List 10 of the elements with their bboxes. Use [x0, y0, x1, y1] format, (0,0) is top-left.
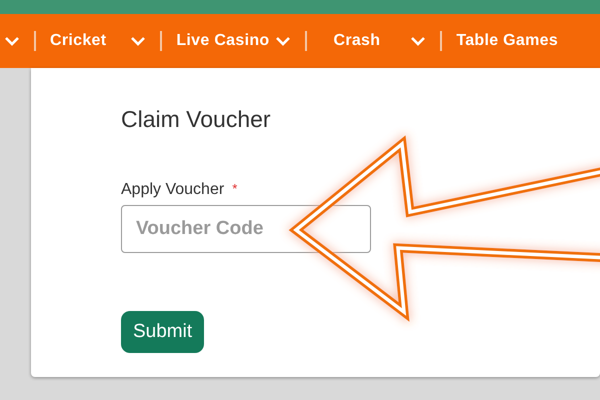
submit-button[interactable]: Submit	[121, 311, 204, 353]
chevron-down-icon	[4, 35, 20, 47]
required-mark: *	[232, 181, 238, 196]
card-title: Claim Voucher	[121, 106, 271, 133]
field-label: Apply Voucher	[121, 181, 224, 199]
nav-menu-item[interactable]: Crash	[307, 32, 440, 50]
nav-menu-item[interactable]: Live Casino	[162, 32, 306, 50]
nav-menu-item[interactable]: Cricket	[36, 32, 160, 50]
nav-menu-item[interactable]: Table Games	[442, 32, 572, 50]
voucher-code-field[interactable]: Voucher Code	[121, 205, 371, 253]
